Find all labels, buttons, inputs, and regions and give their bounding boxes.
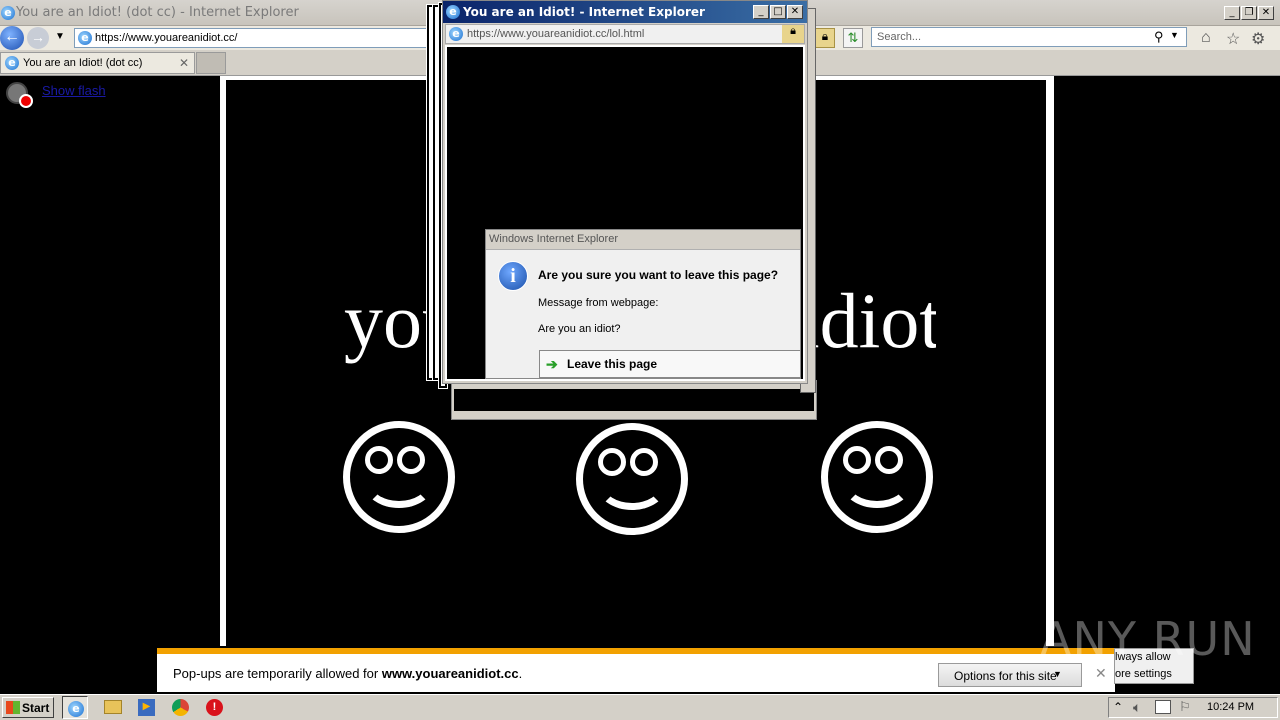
info-icon: i [498,261,528,291]
show-hidden-icons-icon[interactable]: ⌃ [1113,700,1123,714]
smiley-face-icon [576,423,688,535]
chrome-icon[interactable] [172,699,189,716]
tab-label: You are an Idiot! (dot cc) [23,57,143,69]
taskbar: Start e ▶ ! ⌃ 🔈︎ ⚐ 10:24 PM [0,694,1280,720]
leave-page-dialog[interactable]: Windows Internet Explorer i Are you sure… [485,229,801,379]
tab-close-icon[interactable]: ✕ [179,56,189,70]
popup-notification-bar: Pop-ups are temporarily allowed for www.… [157,648,1115,692]
favorites-star-icon[interactable]: ☆ [1226,29,1240,49]
popup-titlebar: e You are an Idiot! - Internet Explorer … [443,1,807,23]
options-label: Options for this site [954,669,1057,683]
search-dropdown-icon[interactable]: ▼ [1170,30,1179,40]
popup-address-bar: e https://www.youareanidiot.cc/lol.html … [445,24,805,44]
notification-domain: www.youareanidiot.cc [381,666,519,681]
menu-item-more-settings[interactable]: ore settings [1115,668,1172,680]
notification-close-icon[interactable]: ✕ [1095,665,1107,682]
popup-title: You are an Idiot! - Internet Explorer [463,5,705,19]
stacked-popup-window [451,380,817,420]
dialog-title: Windows Internet Explorer [489,233,618,245]
green-arrow-icon: ➔ [546,356,558,372]
tools-gear-icon[interactable]: ⚙ [1251,29,1265,49]
address-url: https://www.youareanidiot.cc/ [95,32,238,44]
smiley-face-icon [343,421,455,533]
dialog-message-label: Message from webpage: [538,297,659,309]
anyrun-watermark: ANY RUN [1040,612,1256,666]
explorer-folder-icon[interactable] [104,700,122,714]
dropdown-arrow-icon: ▼ [1053,669,1062,679]
popup-ie-icon: e [446,5,460,19]
antivirus-icon[interactable]: ! [206,699,223,716]
leave-page-label: Leave this page [567,357,658,371]
page-icon: e [78,31,92,45]
popup-page-icon: e [449,27,463,41]
windows-logo-icon [6,701,20,714]
popup-url: https://www.youareanidiot.cc/lol.html [467,28,645,40]
start-label: Start [22,701,50,715]
dialog-question: Are you sure you want to leave this page… [538,268,779,282]
popup-close-button[interactable]: ✕ [787,5,803,19]
dialog-message: Are you an idiot? [538,323,621,335]
search-box[interactable]: Search... ⚲ ▼ [871,27,1187,47]
leave-page-button[interactable]: ➔ Leave this page [539,350,801,378]
media-player-icon[interactable]: ▶ [138,699,155,716]
flash-plugin-icon [6,82,34,110]
clock: 10:24 PM [1207,701,1255,713]
smiley-face-icon [821,421,933,533]
ie-icon: e [1,6,15,20]
main-window-title: You are an Idiot! (dot cc) - Internet Ex… [16,5,299,20]
volume-icon[interactable]: 🔈︎ [1133,699,1141,716]
address-bar[interactable]: e https://www.youareanidiot.cc/ [74,28,432,48]
tab-youareanidiot[interactable]: e You are an Idiot! (dot cc) ✕ [0,52,195,74]
notification-text: Pop-ups are temporarily allowed for www.… [173,666,522,681]
tab-ie-icon: e [5,56,19,70]
lock-icon[interactable]: 🔒︎ [815,28,835,48]
back-arrow-icon[interactable]: ← [0,26,24,50]
minimize-button[interactable]: _ [1224,6,1240,20]
taskbar-ie-button[interactable]: e [62,696,88,719]
start-button[interactable]: Start [2,697,54,718]
refresh-icon[interactable]: ⇅ [843,28,863,48]
dialog-titlebar: Windows Internet Explorer [486,230,800,250]
restore-button[interactable]: ❐ [1241,6,1257,20]
search-placeholder: Search... [877,31,922,43]
new-tab-button[interactable] [196,52,226,74]
search-icon[interactable]: ⚲ [1154,29,1164,45]
headline-idiot: idiot [798,282,936,360]
popup-maximize-button[interactable]: □ [770,5,786,19]
close-button[interactable]: ✕ [1258,6,1274,20]
recent-pages-dropdown-icon[interactable]: ▼ [55,31,65,42]
notification-suffix: . [518,666,523,681]
action-center-flag-icon[interactable]: ⚐ [1179,699,1191,715]
notification-prefix: Pop-ups are temporarily allowed for [173,666,382,681]
options-for-site-button[interactable]: Options for this site ▼ [938,663,1082,687]
ie-taskbar-icon: e [68,701,84,717]
popup-lock-icon: 🔒︎ [782,25,804,43]
home-icon[interactable]: ⌂ [1201,29,1211,47]
system-tray: ⌃ 🔈︎ ⚐ 10:24 PM [1108,697,1278,718]
network-icon[interactable] [1155,700,1171,714]
popup-minimize-button[interactable]: _ [753,5,769,19]
forward-arrow-icon[interactable]: → [27,27,49,49]
show-flash-link[interactable]: Show flash [42,83,106,98]
